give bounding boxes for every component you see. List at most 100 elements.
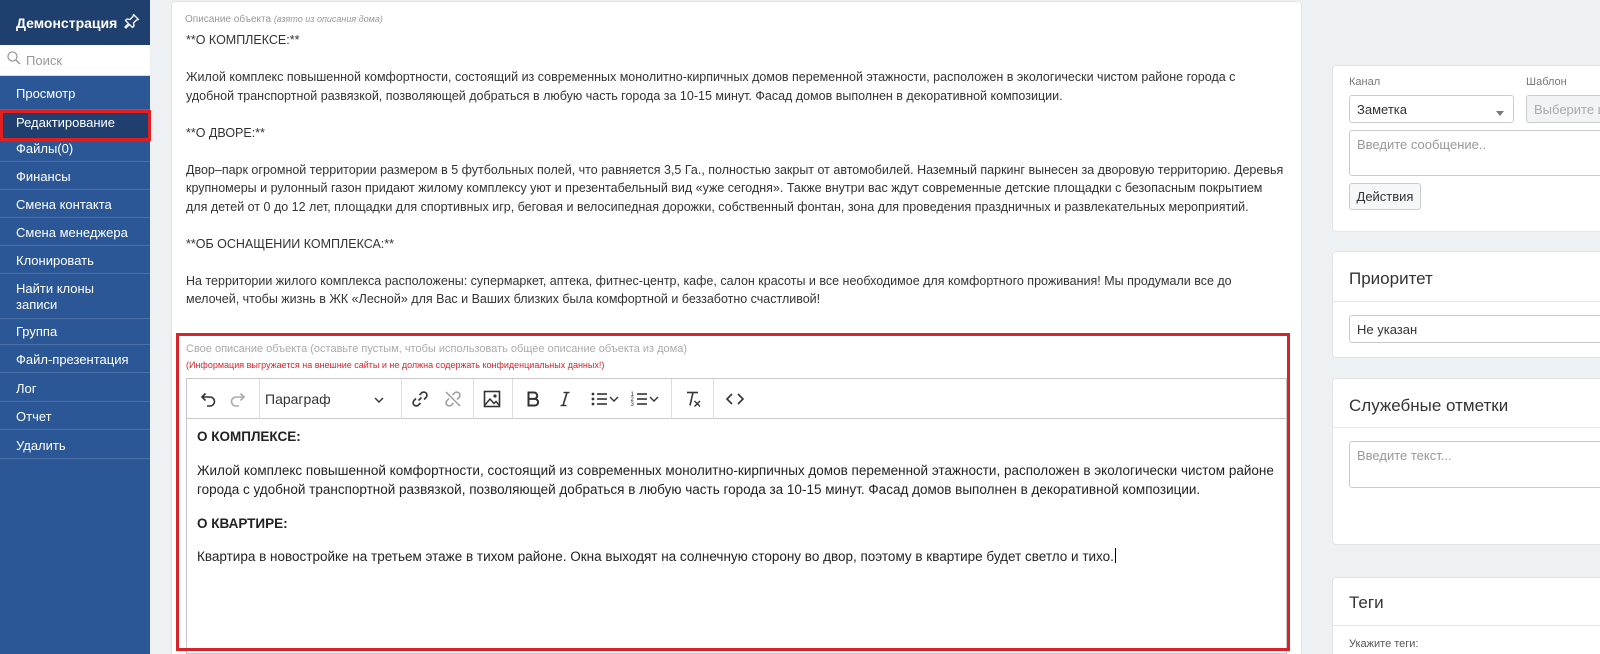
service-notes-title: Служебные отметки [1349, 396, 1509, 415]
sidebar-search[interactable] [0, 45, 150, 76]
sidebar-item-files[interactable]: Файлы(0) [0, 141, 150, 157]
sidebar-item-delete[interactable]: Удалить [0, 438, 150, 454]
description-label-text: Описание объекта [185, 14, 272, 25]
channel-label: Канал [1349, 76, 1381, 88]
editor-paragraph: Квартира в новостройке на третьем этаже … [197, 547, 1276, 567]
editor-content[interactable]: О КОМПЛЕКСЕ: Жилой комплекс повышенной к… [187, 419, 1286, 589]
divider [0, 217, 150, 218]
own-description-label: Свое описание объекта (оставьте пустым, … [186, 343, 687, 355]
editor-paragraph-text: Квартира в новостройке на третьем этаже … [197, 549, 1114, 564]
link-icon[interactable] [408, 387, 432, 411]
channel-select-value: Заметка [1357, 101, 1407, 117]
format-select-value: Параграф [265, 391, 331, 407]
divider [0, 189, 150, 190]
sidebar-header: Демонстрация [0, 0, 150, 45]
divider [0, 372, 150, 373]
service-notes-panel: Служебные отметки Введите текст... [1332, 378, 1600, 545]
remove-format-icon[interactable] [681, 387, 705, 411]
priority-select-value: Не указан [1357, 321, 1418, 337]
tags-panel: Теги Укажите теги: [1332, 577, 1600, 654]
toolbar-divider [713, 379, 714, 419]
sidebar-item-report[interactable]: Отчет [0, 409, 150, 425]
sidebar: Демонстрация Просмотр Редактирование Фай… [0, 0, 150, 654]
description-label-note: (взято из описания дома) [273, 14, 383, 24]
tags-label: Укажите теги: [1349, 638, 1419, 650]
sidebar-item-change-contact[interactable]: Смена контакта [0, 197, 150, 213]
template-label: Шаблон [1526, 76, 1567, 88]
chevron-down-icon[interactable] [607, 387, 621, 411]
divider [0, 344, 150, 345]
sidebar-item-edit[interactable]: Редактирование [0, 110, 150, 138]
toolbar-divider [671, 379, 672, 419]
priority-panel: Приоритет Не указан [1332, 251, 1600, 358]
actions-button[interactable]: Действия [1349, 183, 1421, 210]
right-top-area [1332, 0, 1600, 65]
description-paragraph: **ОБ ОСНАЩЕНИИ КОМПЛЕКСА:** [186, 236, 395, 251]
message-panel: Канал Шаблон Заметка Выберите ш Введите … [1332, 65, 1600, 232]
divider [0, 429, 150, 430]
source-code-icon[interactable] [723, 387, 747, 411]
unlink-icon[interactable] [441, 387, 465, 411]
template-select-placeholder: Выберите ш [1534, 101, 1600, 117]
chevron-down-icon[interactable] [647, 387, 661, 411]
image-icon[interactable] [480, 387, 504, 411]
toolbar-divider [259, 379, 260, 419]
sidebar-item-group[interactable]: Группа [0, 324, 150, 340]
priority-select[interactable]: Не указан [1349, 315, 1600, 343]
description-label: Описание объекта (взято из описания дома… [185, 14, 383, 25]
service-notes-input[interactable]: Введите текст... [1349, 441, 1600, 488]
redo-icon[interactable] [227, 387, 251, 411]
divider [0, 138, 150, 139]
description-paragraph: Двор–парк огромной территории размером в… [186, 162, 1284, 214]
description-paragraph: На территории жилого комплекса расположе… [186, 273, 1232, 307]
toolbar-divider [401, 379, 402, 419]
search-input[interactable] [26, 52, 136, 68]
undo-icon[interactable] [195, 387, 219, 411]
priority-title: Приоритет [1349, 269, 1433, 288]
chevron-down-icon [373, 393, 385, 409]
text-cursor [1114, 548, 1116, 563]
editor-heading: О КОМПЛЕКСЕ: [197, 429, 301, 444]
editor-paragraph: Жилой комплекс повышенной комфортности, … [197, 462, 1274, 498]
rich-text-editor: Параграф 123 О КОМПЛЕКСЕ: Жилой комплекс… [186, 378, 1287, 654]
message-input[interactable]: Введите сообщение.. [1349, 130, 1600, 176]
editor-heading: О КВАРТИРЕ: [197, 515, 288, 531]
toolbar-divider [512, 379, 513, 419]
sidebar-item-change-manager[interactable]: Смена менеджера [0, 225, 150, 241]
sidebar-item-log[interactable]: Лог [0, 381, 150, 397]
divider [1333, 301, 1600, 302]
sidebar-title: Демонстрация [16, 14, 118, 31]
svg-text:3: 3 [631, 402, 635, 408]
sidebar-item-clone[interactable]: Клонировать [0, 253, 150, 269]
search-icon [7, 50, 21, 70]
tags-title: Теги [1349, 593, 1384, 612]
template-select[interactable]: Выберите ш [1526, 95, 1600, 123]
confidentiality-warning: (Информация выгружается на внешние сайты… [186, 360, 605, 370]
description-paragraph: Жилой комплекс повышенной комфортности, … [186, 70, 1236, 103]
divider [0, 161, 150, 162]
description-paragraph: **О КОМПЛЕКСЕ:** [186, 33, 300, 47]
bold-icon[interactable] [521, 387, 545, 411]
editor-toolbar: Параграф 123 [187, 379, 1286, 419]
sidebar-item-find-clones[interactable]: Найти клоны записи [0, 281, 120, 313]
house-description: **О КОМПЛЕКСЕ:** Жилой комплекс повышенн… [186, 31, 1286, 309]
service-notes-placeholder: Введите текст... [1357, 448, 1452, 463]
sidebar-item-view[interactable]: Просмотр [0, 86, 150, 102]
divider [0, 245, 150, 246]
divider [0, 458, 150, 459]
paragraph-format-select[interactable]: Параграф [265, 379, 395, 419]
caret-down-icon [1495, 106, 1505, 121]
divider [1333, 427, 1600, 428]
sidebar-item-finance[interactable]: Финансы [0, 169, 150, 185]
sidebar-item-presentation[interactable]: Файл-презентация [0, 352, 150, 368]
pin-icon[interactable] [124, 13, 140, 32]
divider [0, 273, 150, 274]
divider [0, 318, 150, 319]
divider [0, 401, 150, 402]
toolbar-divider [473, 379, 474, 419]
description-paragraph: **О ДВОРЕ:** [186, 125, 265, 140]
divider [1333, 625, 1600, 626]
channel-select[interactable]: Заметка [1349, 95, 1514, 123]
message-placeholder: Введите сообщение.. [1357, 137, 1487, 152]
italic-icon[interactable] [553, 387, 577, 411]
